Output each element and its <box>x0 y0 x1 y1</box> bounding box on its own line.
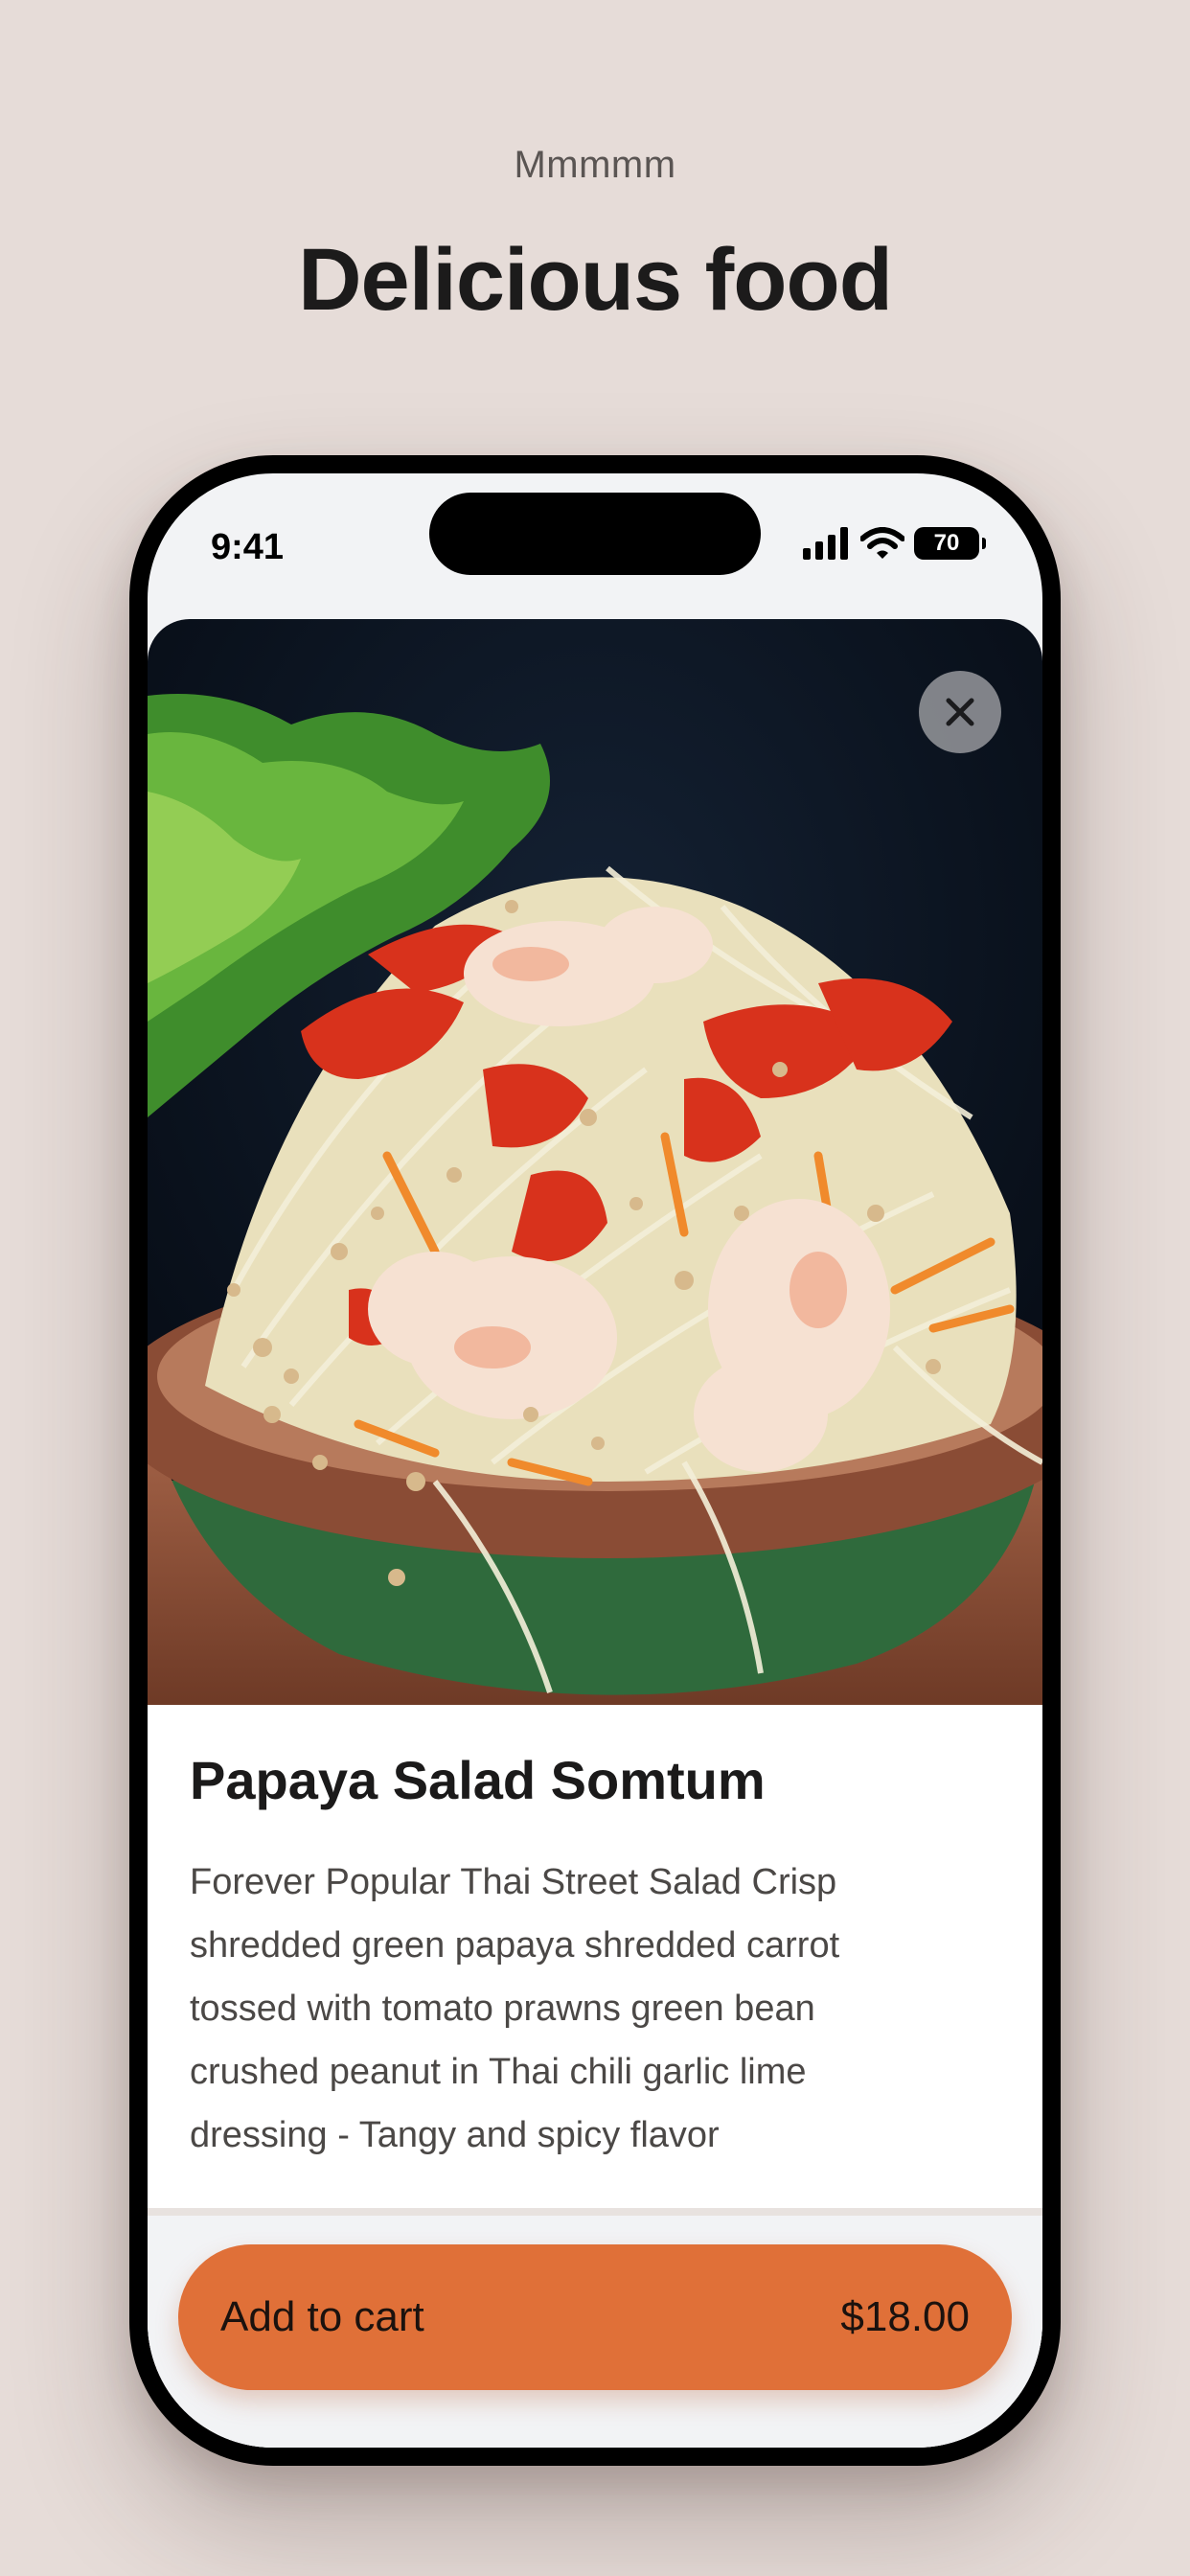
page-title: Delicious food <box>298 231 893 329</box>
price-label: $18.00 <box>840 2293 970 2340</box>
phone-frame: 9:41 70 Papaya Salad Somtum Forever Popu… <box>129 455 1061 2466</box>
cellular-signal-icon <box>803 527 848 560</box>
add-to-cart-label: Add to cart <box>220 2293 424 2340</box>
status-time: 9:41 <box>211 527 285 567</box>
papaya-salad-image <box>148 619 1042 1705</box>
item-description: Forever Popular Thai Street Salad Crisp … <box>190 1862 840 2155</box>
page-eyebrow: Mmmmm <box>514 144 676 186</box>
food-photo <box>148 619 1042 1705</box>
close-button[interactable] <box>919 671 1001 753</box>
divider <box>148 2208 1042 2216</box>
dynamic-island <box>429 493 761 575</box>
status-bar: 9:41 70 <box>148 473 1042 617</box>
battery-icon: 70 <box>914 527 986 560</box>
product-sheet: Papaya Salad Somtum Forever Popular Thai… <box>148 619 1042 2448</box>
add-to-cart-button[interactable]: Add to cart $18.00 <box>178 2244 1012 2390</box>
close-icon <box>946 698 974 726</box>
status-icons: 70 <box>803 527 986 560</box>
item-title: Papaya Salad Somtum <box>190 1750 766 1810</box>
wifi-icon <box>860 527 904 559</box>
